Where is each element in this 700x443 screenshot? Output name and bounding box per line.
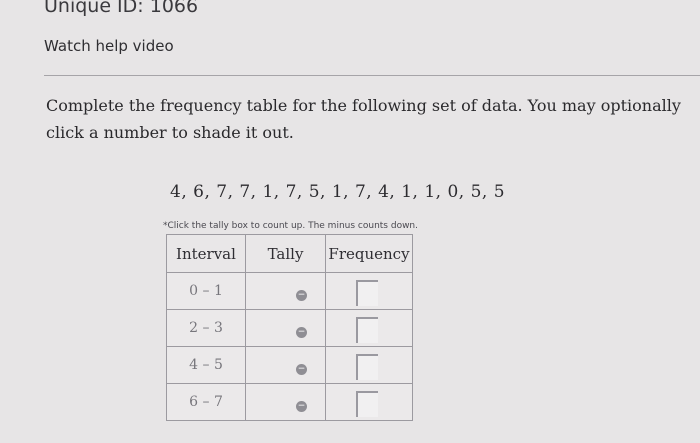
interval-cell: 4 – 5: [166, 346, 246, 384]
tally-box[interactable]: −: [245, 309, 326, 347]
header-tally: Tally: [245, 234, 326, 273]
tally-box[interactable]: −: [245, 346, 326, 384]
minus-icon[interactable]: −: [296, 327, 307, 338]
watch-help-video-link[interactable]: Watch help video: [44, 37, 174, 55]
header-interval: Interval: [166, 234, 246, 273]
table-header-row: Interval Tally Frequency: [166, 234, 413, 273]
frequency-input[interactable]: [356, 280, 378, 306]
table-row: 4 – 5 −: [166, 346, 413, 384]
unique-id: Unique ID: 1066: [44, 0, 199, 17]
frequency-cell: [325, 272, 413, 310]
tally-box[interactable]: −: [245, 272, 326, 310]
frequency-cell: [325, 383, 413, 421]
tally-hint: *Click the tally box to count up. The mi…: [163, 221, 418, 231]
interval-cell: 2 – 3: [166, 309, 246, 347]
table-row: 0 – 1 −: [166, 272, 413, 310]
instructions-text: Complete the frequency table for the fol…: [46, 96, 681, 142]
tally-box[interactable]: −: [245, 383, 326, 421]
frequency-cell: [325, 309, 413, 347]
minus-icon[interactable]: −: [296, 401, 307, 412]
header-frequency: Frequency: [325, 234, 413, 273]
frequency-input[interactable]: [356, 354, 378, 380]
frequency-input[interactable]: [356, 317, 378, 343]
minus-icon[interactable]: −: [296, 364, 307, 375]
table-row: 2 – 3 −: [166, 309, 413, 347]
table-row: 6 – 7 −: [166, 383, 413, 421]
divider: [44, 75, 700, 76]
interval-cell: 6 – 7: [166, 383, 246, 421]
minus-icon[interactable]: −: [296, 290, 307, 301]
dataset-values[interactable]: 4, 6, 7, 7, 1, 7, 5, 1, 7, 4, 1, 1, 0, 5…: [170, 182, 505, 202]
frequency-cell: [325, 346, 413, 384]
frequency-table: Interval Tally Frequency 0 – 1 − 2 – 3 −…: [166, 234, 413, 421]
interval-cell: 0 – 1: [166, 272, 246, 310]
frequency-input[interactable]: [356, 391, 378, 417]
